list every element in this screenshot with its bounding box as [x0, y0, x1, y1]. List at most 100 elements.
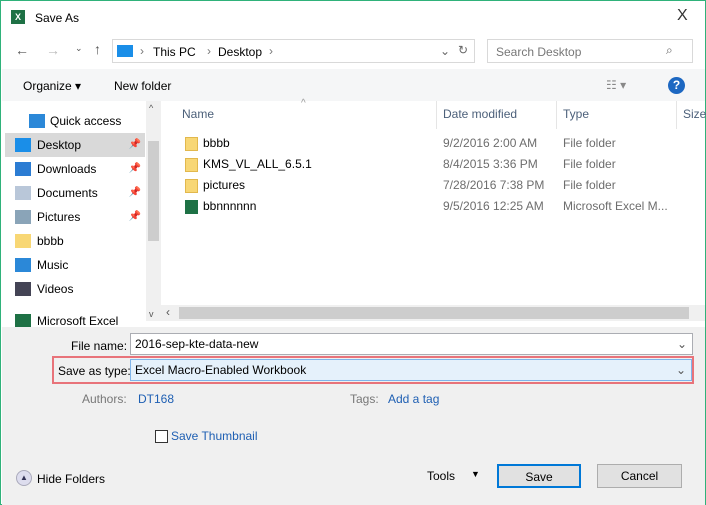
sidebar-item-pictures[interactable]: Pictures 📌	[5, 205, 145, 229]
address-bar[interactable]: › This PC › Desktop › ⌄ ↻	[112, 39, 475, 63]
new-folder-button[interactable]: New folder	[114, 79, 171, 93]
save-as-type-label: Save as type:	[58, 364, 131, 378]
hide-folders-icon[interactable]: ▲	[16, 470, 32, 486]
scroll-down-icon[interactable]: v	[149, 309, 154, 319]
folder-icon	[185, 137, 198, 151]
view-options-icon[interactable]: ☷ ▾	[606, 78, 626, 92]
scroll-left-icon[interactable]: ‹	[166, 305, 170, 319]
sidebar-item-desktop[interactable]: Desktop 📌	[5, 133, 145, 157]
excel-file-icon	[185, 200, 198, 214]
sidebar-item-label: Documents	[37, 186, 98, 200]
navigation-pane: Quick access Desktop 📌 Downloads 📌 Documents 📌…	[2, 101, 161, 328]
chevron-down-icon[interactable]: ⌄	[676, 363, 686, 377]
refresh-icon[interactable]: ↻	[458, 43, 468, 57]
desktop-icon	[15, 138, 31, 152]
breadcrumb-desktop[interactable]: Desktop	[218, 45, 262, 59]
chevron-down-icon[interactable]: ⌄	[677, 337, 687, 351]
scroll-up-icon[interactable]: ^	[149, 103, 153, 113]
recent-dropdown[interactable]: ⌄	[75, 43, 83, 54]
file-name: pictures	[203, 178, 246, 192]
file-date: 7/28/2016 7:38 PM	[443, 178, 545, 192]
excel-icon	[15, 314, 31, 328]
nav-scroll-thumb[interactable]	[148, 141, 159, 241]
window-title: Save As	[35, 11, 80, 25]
pin-icon[interactable]: 📌	[129, 157, 141, 181]
sidebar-item-videos[interactable]: Videos	[5, 277, 145, 301]
file-name: bbbb	[203, 136, 230, 150]
file-name-label: File name:	[71, 339, 128, 353]
save-as-dialog: X Save As X ← → ⌄ ↑ › This PC › Desktop …	[0, 0, 706, 505]
sidebar-item-label: Quick access	[50, 114, 122, 128]
search-input[interactable]: Search Desktop	[487, 39, 693, 63]
up-button[interactable]: ↑	[94, 41, 101, 57]
sidebar-item-label: Pictures	[37, 210, 81, 224]
column-size[interactable]: Size	[683, 107, 706, 121]
sidebar-item-label: Desktop	[37, 138, 82, 152]
folder-icon	[185, 179, 198, 193]
sidebar-item-label: Downloads	[37, 162, 97, 176]
search-icon: ⌕	[666, 43, 673, 57]
pin-icon[interactable]: 📌	[129, 133, 141, 157]
forward-button[interactable]: →	[46, 42, 60, 58]
authors-value[interactable]: DT168	[138, 392, 174, 406]
save-button[interactable]: Save	[497, 464, 581, 488]
sidebar-item-music[interactable]: Music	[5, 253, 145, 277]
breadcrumb-this-pc[interactable]: This PC	[153, 45, 196, 59]
authors-label: Authors:	[82, 392, 127, 406]
save-as-type-value: Excel Macro-Enabled Workbook	[135, 363, 307, 377]
hide-folders-button[interactable]: Hide Folders	[37, 472, 105, 486]
computer-icon	[117, 45, 133, 57]
file-type: File folder	[563, 157, 616, 171]
sidebar-item-documents[interactable]: Documents 📌	[5, 181, 145, 205]
sidebar-item-label: Videos	[37, 282, 74, 296]
save-as-type-select[interactable]: Excel Macro-Enabled Workbook ⌄	[130, 359, 692, 381]
tags-label: Tags:	[350, 392, 379, 406]
sidebar-item-label: bbbb	[37, 234, 64, 248]
star-icon	[29, 114, 45, 128]
column-name[interactable]: Name	[182, 107, 214, 121]
close-button[interactable]: X	[677, 7, 688, 25]
pin-icon[interactable]: 📌	[129, 205, 141, 229]
sidebar-item-bbbb[interactable]: bbbb	[5, 229, 145, 253]
pin-icon[interactable]: 📌	[129, 181, 141, 205]
file-name: bbnnnnnn	[203, 199, 257, 213]
column-date[interactable]: Date modified	[443, 107, 517, 121]
sidebar-item-label: Music	[37, 258, 69, 272]
tools-dropdown-icon[interactable]: ▼	[471, 469, 480, 479]
back-button[interactable]: ←	[15, 42, 29, 58]
column-type[interactable]: Type	[563, 107, 589, 121]
horizontal-scroll-thumb[interactable]	[179, 307, 689, 319]
file-date: 9/5/2016 12:25 AM	[443, 199, 544, 213]
file-row[interactable]: pictures 7/28/2016 7:38 PM File folder	[181, 175, 701, 196]
videos-icon	[15, 282, 31, 296]
file-row[interactable]: bbbb 9/2/2016 2:00 AM File folder	[181, 133, 701, 154]
download-icon	[15, 162, 31, 176]
toolbar	[2, 69, 705, 101]
sidebar-item-label: Microsoft Excel	[37, 314, 119, 328]
cancel-button[interactable]: Cancel	[597, 464, 682, 488]
excel-icon: X	[11, 10, 25, 24]
tools-button[interactable]: Tools	[427, 469, 455, 483]
file-type: Microsoft Excel M...	[563, 199, 668, 213]
file-name: KMS_VL_ALL_6.5.1	[203, 157, 312, 171]
file-row[interactable]: bbnnnnnn 9/5/2016 12:25 AM Microsoft Excel…	[181, 196, 701, 217]
pictures-icon	[15, 210, 31, 224]
add-tag-link[interactable]: Add a tag	[388, 392, 439, 406]
file-name-value: 2016-sep-kte-data-new	[135, 337, 259, 351]
music-icon	[15, 258, 31, 272]
file-type: File folder	[563, 178, 616, 192]
sidebar-item-quick-access[interactable]: Quick access	[5, 109, 145, 133]
address-dropdown-icon[interactable]: ⌄	[440, 44, 450, 58]
file-row[interactable]: KMS_VL_ALL_6.5.1 8/4/2015 3:36 PM File fol…	[181, 154, 701, 175]
organize-button[interactable]: Organize ▾	[23, 79, 81, 93]
save-thumbnail-checkbox[interactable]	[155, 430, 168, 443]
file-date: 9/2/2016 2:00 AM	[443, 136, 538, 150]
folder-icon	[185, 158, 198, 172]
folder-icon	[15, 234, 31, 248]
help-icon[interactable]: ?	[668, 77, 685, 94]
sort-arrow-icon: ^	[301, 98, 306, 109]
save-thumbnail-label[interactable]: Save Thumbnail	[171, 429, 258, 443]
file-name-input[interactable]: 2016-sep-kte-data-new ⌄	[130, 333, 693, 355]
documents-icon	[15, 186, 31, 200]
sidebar-item-downloads[interactable]: Downloads 📌	[5, 157, 145, 181]
